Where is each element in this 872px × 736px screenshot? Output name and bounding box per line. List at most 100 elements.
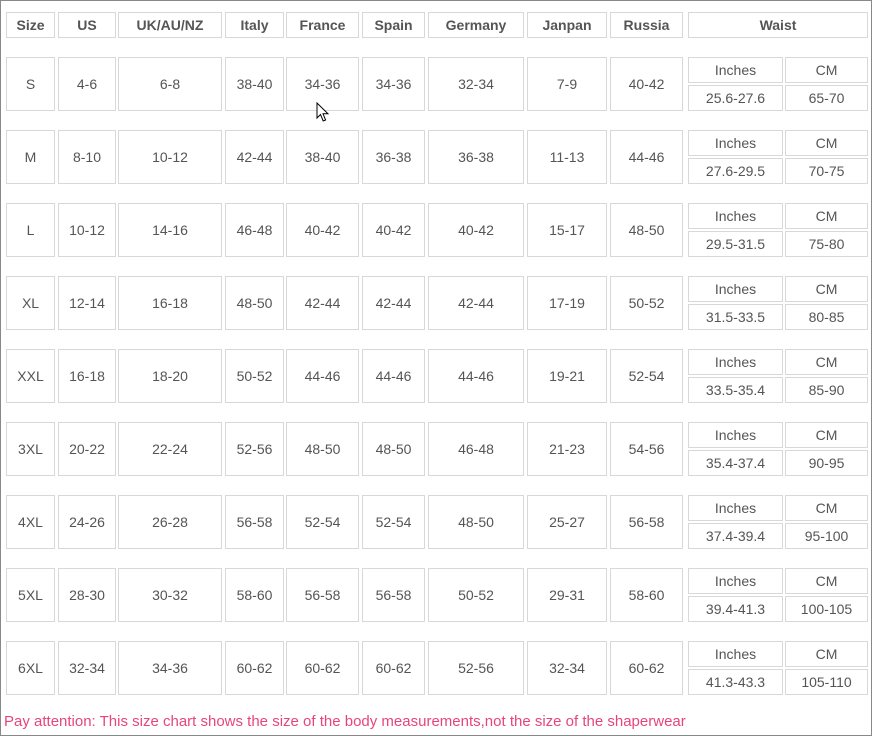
table-cell-size: 3XL bbox=[6, 422, 55, 476]
table-cell-us: 16-18 bbox=[58, 349, 116, 403]
table-cell-japan: 32-34 bbox=[527, 641, 607, 695]
waist-unit-inches: Inches bbox=[688, 203, 783, 229]
waist-value-inches: 37.4-39.4 bbox=[688, 523, 783, 549]
waist-value-inches: 33.5-35.4 bbox=[688, 377, 783, 403]
table-cell-italy: 42-44 bbox=[225, 130, 284, 184]
header-cell: Germany bbox=[428, 12, 524, 38]
table-cell-italy: 46-48 bbox=[225, 203, 284, 257]
waist-unit-cm: CM bbox=[785, 495, 868, 521]
table-cell-us: 32-34 bbox=[58, 641, 116, 695]
table-cell-uk: 26-28 bbox=[118, 495, 222, 549]
waist-unit-cm: CM bbox=[785, 130, 868, 156]
table-cell-spain: 34-36 bbox=[362, 57, 425, 111]
table-cell-germany: 32-34 bbox=[428, 57, 524, 111]
waist-value-inches: 41.3-43.3 bbox=[688, 669, 783, 695]
table-cell-size: 4XL bbox=[6, 495, 55, 549]
header-cell: Janpan bbox=[527, 12, 607, 38]
table-cell-russia: 50-52 bbox=[610, 276, 683, 330]
waist-unit-inches: Inches bbox=[688, 349, 783, 375]
table-cell-uk: 6-8 bbox=[118, 57, 222, 111]
header-cell-waist: Waist bbox=[688, 12, 868, 38]
waist-value-inches: 39.4-41.3 bbox=[688, 596, 783, 622]
table-cell-italy: 48-50 bbox=[225, 276, 284, 330]
table-cell-japan: 15-17 bbox=[527, 203, 607, 257]
waist-value-cm: 80-85 bbox=[785, 304, 868, 330]
table-cell-spain: 56-58 bbox=[362, 568, 425, 622]
waist-unit-cm: CM bbox=[785, 349, 868, 375]
table-cell-france: 40-42 bbox=[286, 203, 359, 257]
waist-value-cm: 90-95 bbox=[785, 450, 868, 476]
waist-unit-inches: Inches bbox=[688, 422, 783, 448]
table-cell-size: 5XL bbox=[6, 568, 55, 622]
table-cell-russia: 44-46 bbox=[610, 130, 683, 184]
table-cell-italy: 38-40 bbox=[225, 57, 284, 111]
table-cell-spain: 36-38 bbox=[362, 130, 425, 184]
waist-value-inches: 25.6-27.6 bbox=[688, 85, 783, 111]
waist-value-cm: 85-90 bbox=[785, 377, 868, 403]
table-cell-size: L bbox=[6, 203, 55, 257]
waist-value-cm: 105-110 bbox=[785, 669, 868, 695]
waist-unit-inches: Inches bbox=[688, 57, 783, 83]
waist-value-cm: 95-100 bbox=[785, 523, 868, 549]
table-cell-japan: 25-27 bbox=[527, 495, 607, 549]
table-cell-uk: 30-32 bbox=[118, 568, 222, 622]
header-cell: Size bbox=[6, 12, 55, 38]
table-cell-spain: 44-46 bbox=[362, 349, 425, 403]
table-cell-us: 20-22 bbox=[58, 422, 116, 476]
table-cell-us: 28-30 bbox=[58, 568, 116, 622]
table-cell-france: 60-62 bbox=[286, 641, 359, 695]
table-cell-size: M bbox=[6, 130, 55, 184]
header-cell: Russia bbox=[610, 12, 683, 38]
table-cell-uk: 14-16 bbox=[118, 203, 222, 257]
header-cell: US bbox=[58, 12, 116, 38]
table-cell-russia: 48-50 bbox=[610, 203, 683, 257]
table-cell-france: 44-46 bbox=[286, 349, 359, 403]
table-cell-size: 6XL bbox=[6, 641, 55, 695]
waist-unit-cm: CM bbox=[785, 57, 868, 83]
table-cell-size: XL bbox=[6, 276, 55, 330]
table-cell-france: 38-40 bbox=[286, 130, 359, 184]
table-cell-japan: 19-21 bbox=[527, 349, 607, 403]
waist-unit-inches: Inches bbox=[688, 568, 783, 594]
table-cell-japan: 21-23 bbox=[527, 422, 607, 476]
waist-unit-cm: CM bbox=[785, 422, 868, 448]
size-chart-table: Size US UK/AU/NZ Italy France Spain Germany Jan… bbox=[0, 0, 872, 736]
table-cell-us: 4-6 bbox=[58, 57, 116, 111]
table-cell-spain: 48-50 bbox=[362, 422, 425, 476]
table-cell-france: 56-58 bbox=[286, 568, 359, 622]
table-cell-germany: 46-48 bbox=[428, 422, 524, 476]
table-cell-japan: 29-31 bbox=[527, 568, 607, 622]
waist-unit-cm: CM bbox=[785, 203, 868, 229]
table-cell-germany: 50-52 bbox=[428, 568, 524, 622]
table-cell-germany: 44-46 bbox=[428, 349, 524, 403]
table-cell-japan: 11-13 bbox=[527, 130, 607, 184]
table-cell-japan: 7-9 bbox=[527, 57, 607, 111]
table-cell-france: 52-54 bbox=[286, 495, 359, 549]
table-cell-spain: 60-62 bbox=[362, 641, 425, 695]
table-cell-uk: 22-24 bbox=[118, 422, 222, 476]
mouse-pointer-icon bbox=[316, 102, 330, 122]
table-cell-italy: 50-52 bbox=[225, 349, 284, 403]
table-cell-size: S bbox=[6, 57, 55, 111]
waist-value-inches: 29.5-31.5 bbox=[688, 231, 783, 257]
table-cell-russia: 58-60 bbox=[610, 568, 683, 622]
table-cell-spain: 42-44 bbox=[362, 276, 425, 330]
table-cell-italy: 58-60 bbox=[225, 568, 284, 622]
table-cell-us: 10-12 bbox=[58, 203, 116, 257]
table-cell-germany: 42-44 bbox=[428, 276, 524, 330]
header-cell: UK/AU/NZ bbox=[118, 12, 222, 38]
size-chart-note: Pay attention: This size chart shows the… bbox=[4, 713, 686, 730]
waist-unit-inches: Inches bbox=[688, 641, 783, 667]
table-cell-uk: 34-36 bbox=[118, 641, 222, 695]
table-cell-us: 12-14 bbox=[58, 276, 116, 330]
waist-unit-inches: Inches bbox=[688, 495, 783, 521]
table-cell-italy: 60-62 bbox=[225, 641, 284, 695]
table-cell-italy: 56-58 bbox=[225, 495, 284, 549]
table-cell-us: 8-10 bbox=[58, 130, 116, 184]
table-cell-uk: 10-12 bbox=[118, 130, 222, 184]
waist-unit-cm: CM bbox=[785, 641, 868, 667]
waist-value-cm: 70-75 bbox=[785, 158, 868, 184]
waist-unit-inches: Inches bbox=[688, 130, 783, 156]
table-cell-russia: 52-54 bbox=[610, 349, 683, 403]
table-cell-japan: 17-19 bbox=[527, 276, 607, 330]
